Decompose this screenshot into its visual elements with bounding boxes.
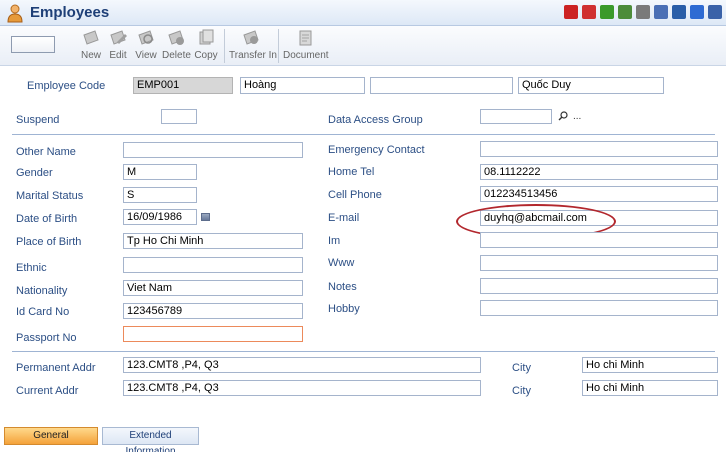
notes-label: Notes xyxy=(328,281,357,293)
other-name-field[interactable] xyxy=(123,142,303,158)
home-tel-field[interactable]: 08.1112222 xyxy=(480,164,718,180)
edit-label: Edit xyxy=(109,50,127,61)
help-icon[interactable] xyxy=(690,5,704,19)
permanent-addr-label: Permanent Addr xyxy=(16,362,96,374)
clock-icon[interactable] xyxy=(636,5,650,19)
suspend-label: Suspend xyxy=(16,114,60,126)
other-name-label: Other Name xyxy=(16,146,76,158)
search-icon[interactable] xyxy=(558,111,568,121)
employee-icon xyxy=(7,4,23,23)
copy-button[interactable]: Copy xyxy=(194,28,218,64)
refresh-icon[interactable] xyxy=(600,5,614,19)
marital-status-label: Marital Status xyxy=(16,190,84,202)
header-icon-group xyxy=(564,5,722,19)
cell-phone-label: Cell Phone xyxy=(328,189,382,201)
delete-icon xyxy=(168,30,184,45)
new-label: New xyxy=(80,50,101,61)
document-label: Document xyxy=(283,50,329,61)
data-access-group-field[interactable] xyxy=(480,109,552,124)
toolbar: New Edit View Delete Copy Transfer In Do… xyxy=(0,26,726,66)
view-label: View xyxy=(135,50,157,61)
www-label: Www xyxy=(328,257,355,269)
cell-phone-field[interactable]: 012234513456 xyxy=(480,186,718,202)
permanent-addr-field[interactable]: 123.CMT8 ,P4, Q3 xyxy=(123,357,481,373)
ethnic-field[interactable] xyxy=(123,257,303,273)
divider xyxy=(12,134,715,135)
window-title: Employees xyxy=(30,4,110,21)
last-name-field[interactable]: Quốc Duy xyxy=(518,77,664,94)
date-of-birth-field[interactable]: 16/09/1986 xyxy=(123,209,197,225)
email-label: E-mail xyxy=(328,212,360,224)
place-of-birth-field[interactable]: Tp Ho Chi Minh xyxy=(123,233,303,249)
edit-icon xyxy=(110,30,127,45)
delete-button[interactable]: Delete xyxy=(162,28,191,64)
current-addr-label: Current Addr xyxy=(16,385,79,397)
passport-no-field[interactable] xyxy=(123,326,303,342)
document-icon xyxy=(299,30,312,46)
www-field[interactable] xyxy=(480,255,718,271)
im-field[interactable] xyxy=(480,232,718,248)
add-icon[interactable] xyxy=(564,5,578,19)
home-tel-label: Home Tel xyxy=(328,166,375,178)
delete-label: Delete xyxy=(162,50,191,61)
emergency-contact-label: Emergency Contact xyxy=(328,144,425,156)
toolbar-separator xyxy=(278,29,279,63)
transfer-icon xyxy=(243,30,259,45)
place-of-birth-label: Place of Birth xyxy=(16,236,82,248)
title-bar: Employees xyxy=(0,0,726,26)
copy-label: Copy xyxy=(194,50,218,61)
hobby-field[interactable] xyxy=(480,300,718,316)
employee-code-label: Employee Code xyxy=(27,80,106,92)
edit-button[interactable]: Edit xyxy=(107,28,129,64)
data-access-group-label: Data Access Group xyxy=(328,114,423,126)
emergency-contact-field[interactable] xyxy=(480,141,718,157)
passport-no-label: Passport No xyxy=(16,332,77,344)
marital-status-field[interactable]: S xyxy=(123,187,197,203)
view-icon xyxy=(138,30,154,45)
id-card-no-label: Id Card No xyxy=(16,306,70,318)
toolbar-separator xyxy=(224,29,225,63)
toolbar-dropdown[interactable] xyxy=(11,36,55,53)
id-card-no-field[interactable]: 123456789 xyxy=(123,303,303,319)
notes-field[interactable] xyxy=(480,278,718,294)
document-icon[interactable] xyxy=(654,5,668,19)
hobby-label: Hobby xyxy=(328,303,360,315)
current-city-field[interactable]: Ho chi Minh xyxy=(582,380,718,396)
employee-code-field[interactable]: EMP001 xyxy=(133,77,233,94)
ethnic-label: Ethnic xyxy=(16,262,47,274)
middle-name-field[interactable] xyxy=(370,77,513,94)
view-button[interactable]: View xyxy=(134,28,158,64)
divider xyxy=(12,351,715,352)
nationality-label: Nationality xyxy=(16,285,68,297)
permanent-city-label: City xyxy=(512,362,531,374)
tab-bar: General Extended Information xyxy=(0,420,726,452)
pin-icon[interactable] xyxy=(708,5,722,19)
document-button[interactable]: Document xyxy=(283,28,329,64)
gender-field[interactable]: M xyxy=(123,164,197,180)
bookmark-icon[interactable] xyxy=(582,5,596,19)
transfer-in-label: Transfer In xyxy=(229,50,277,61)
device-icon[interactable] xyxy=(672,5,686,19)
new-button[interactable]: New xyxy=(80,28,102,64)
tab-general[interactable]: General xyxy=(4,427,98,445)
current-city-label: City xyxy=(512,385,531,397)
im-label: Im xyxy=(328,235,341,247)
first-name-field[interactable]: Hoàng xyxy=(240,77,365,94)
calendar-icon[interactable] xyxy=(201,213,210,221)
suspend-field[interactable] xyxy=(161,109,197,124)
gender-label: Gender xyxy=(16,167,53,179)
more-button[interactable]: ... xyxy=(573,112,581,122)
nationality-field[interactable]: Viet Nam xyxy=(123,280,303,296)
permanent-city-field[interactable]: Ho chi Minh xyxy=(582,357,718,373)
date-of-birth-label: Date of Birth xyxy=(16,213,78,225)
transfer-in-button[interactable]: Transfer In xyxy=(229,28,277,64)
current-addr-field[interactable]: 123.CMT8 ,P4, Q3 xyxy=(123,380,481,396)
copy-icon xyxy=(199,29,214,45)
tab-extended-information[interactable]: Extended Information xyxy=(102,427,199,452)
new-icon xyxy=(83,30,99,45)
chart-icon[interactable] xyxy=(618,5,632,19)
